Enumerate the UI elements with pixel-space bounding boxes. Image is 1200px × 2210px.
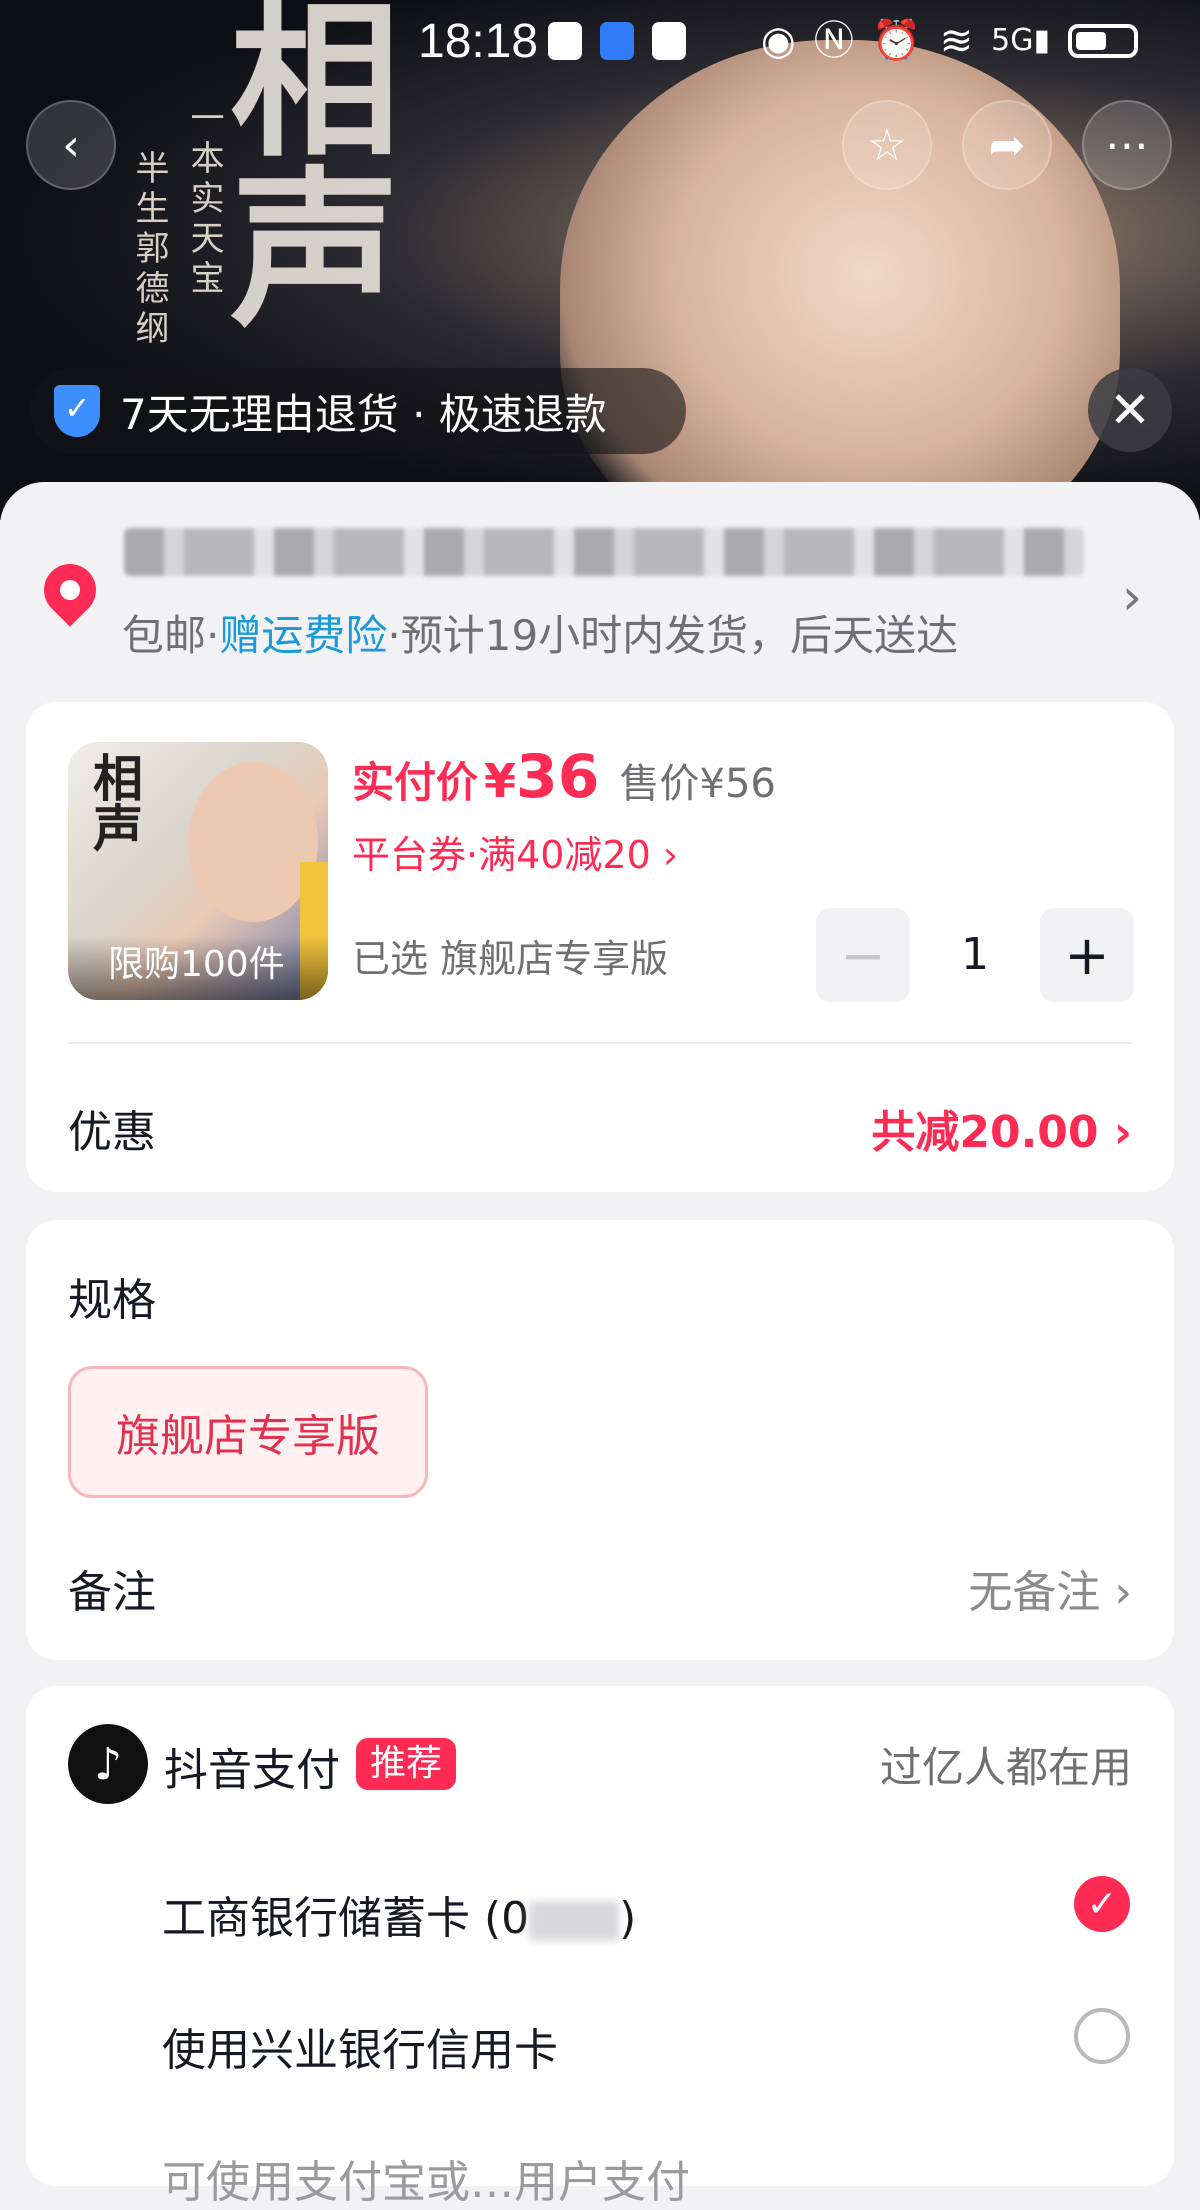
douyin-pay-icon: ♪: [68, 1724, 148, 1804]
address-row[interactable]: 包邮·赠运费险·预计19小时内发货，后天送达 ›: [0, 482, 1200, 682]
thumbnail-portrait: [188, 762, 318, 922]
shield-icon: [54, 385, 100, 437]
share-button[interactable]: ➦: [962, 100, 1052, 190]
alarm-icon: ⏰: [871, 18, 922, 64]
huawei-app-icon: [548, 22, 582, 60]
shipping-info: 包邮·赠运费险·预计19小时内发货，后天送达: [122, 602, 958, 663]
payment-option-icbc[interactable]: 工商银行储蓄卡 (0): [162, 1882, 636, 1946]
payment-option-label: 可使用支付宝或…用户支付: [162, 2157, 690, 2208]
payment-option-label: 工商银行储蓄卡 (0: [162, 1893, 530, 1944]
actual-price: 36: [516, 742, 600, 812]
return-policy-text: 7天无理由退货 · 极速退款: [120, 389, 607, 439]
payment-option-cib[interactable]: 使用兴业银行信用卡: [162, 2014, 558, 2078]
platform-coupon[interactable]: 平台券·满40减20 ›: [352, 824, 678, 879]
radio-unchecked-icon[interactable]: [1074, 2008, 1130, 2064]
5g-signal-icon: 5G▮: [991, 23, 1050, 58]
product-thumbnail[interactable]: 相声 限购100件: [68, 742, 328, 1000]
wifi-icon: ≋: [939, 18, 974, 64]
discount-value[interactable]: 共减20.00 ›: [871, 1096, 1132, 1160]
actual-price-label: 实付价: [352, 758, 479, 807]
status-bar: 18:18 ◉ Ⓝ ⏰ ≋ 5G▮: [0, 0, 1200, 88]
back-button[interactable]: ‹: [26, 100, 116, 190]
price-row: 实付价 ¥ 36 售价¥56: [352, 742, 776, 812]
more-button[interactable]: ⋯: [1082, 100, 1172, 190]
payment-option-label: 使用兴业银行信用卡: [162, 2025, 558, 2076]
product-hero-image: 相声 半生郭德纲 一本实天宝 18:18 ◉ Ⓝ ⏰ ≋ 5G▮ ‹ ☆ ➦ ⋯…: [0, 0, 1200, 520]
shipping-insurance-link[interactable]: 赠运费险: [219, 611, 387, 660]
alipay-app-icon: [600, 22, 634, 60]
payment-title: 抖音支付: [164, 1745, 340, 1796]
selected-variant: 已选 旗舰店专享版: [352, 928, 668, 983]
battery-icon: [1068, 24, 1138, 58]
star-icon: ☆: [867, 119, 907, 171]
payment-option-suffix: ): [619, 1893, 637, 1944]
spec-card: 规格 旗舰店专享版 备注 无备注 ›: [26, 1220, 1174, 1660]
huawei-app-icon: [652, 22, 686, 60]
chevron-left-icon: ‹: [62, 119, 80, 171]
favorite-button[interactable]: ☆: [842, 100, 932, 190]
masked-card-digits: [529, 1901, 620, 1941]
spec-option-chip[interactable]: 旗舰店专享版: [68, 1366, 428, 1498]
status-time: 18:18: [418, 15, 539, 68]
quantity-increase-button[interactable]: +: [1040, 908, 1134, 1002]
chevron-right-icon: ›: [1122, 568, 1142, 626]
address-blurred: [124, 528, 1084, 576]
order-sheet: 包邮·赠运费险·预计19小时内发货，后天送达 › 相声 限购100件 实付价 ¥…: [0, 482, 1200, 2208]
hero-small-text-2: 一本实天宝: [184, 100, 224, 300]
close-button[interactable]: ✕: [1088, 368, 1172, 452]
radio-checked-icon[interactable]: ✓: [1074, 1876, 1130, 1932]
location-pin-icon: [33, 553, 107, 627]
more-icon: ⋯: [1105, 119, 1149, 171]
return-policy-badge[interactable]: 7天无理由退货 · 极速退款: [30, 368, 686, 454]
shipping-eta-text: ·预计19小时内发货，后天送达: [387, 611, 959, 660]
quantity-value: 1: [961, 929, 989, 980]
thumbnail-title: 相声: [85, 752, 144, 852]
share-icon: ➦: [988, 119, 1026, 171]
shipping-free-text: 包邮·: [122, 611, 220, 660]
spec-title: 规格: [68, 1275, 156, 1326]
purchase-limit-label: 限购100件: [68, 936, 328, 1000]
product-card: 相声 限购100件 实付价 ¥ 36 售价¥56 平台券·满40减20 › 已选…: [26, 702, 1174, 1192]
discount-label: 优惠: [68, 1107, 156, 1158]
recommended-badge: 推荐: [356, 1738, 457, 1790]
payment-slogan: 过亿人都在用: [879, 1743, 1132, 1792]
remark-value[interactable]: 无备注 ›: [968, 1556, 1132, 1620]
divider: [68, 1042, 1132, 1044]
close-icon: ✕: [1109, 381, 1151, 439]
quantity-decrease-button[interactable]: −: [816, 908, 910, 1002]
original-price: 售价¥56: [619, 761, 776, 807]
currency-symbol: ¥: [484, 754, 517, 808]
remark-label: 备注: [68, 1567, 156, 1618]
selected-variant-name: 旗舰店专享版: [440, 937, 669, 981]
hero-small-text-1: 半生郭德纲: [129, 150, 169, 350]
payment-card: ♪ 抖音支付 推荐 过亿人都在用 工商银行储蓄卡 (0) ✓ 使用兴业银行信用卡…: [26, 1686, 1174, 2208]
selected-prefix: 已选: [352, 937, 429, 981]
eye-icon: ◉: [760, 18, 796, 64]
nfc-icon: Ⓝ: [813, 18, 854, 64]
